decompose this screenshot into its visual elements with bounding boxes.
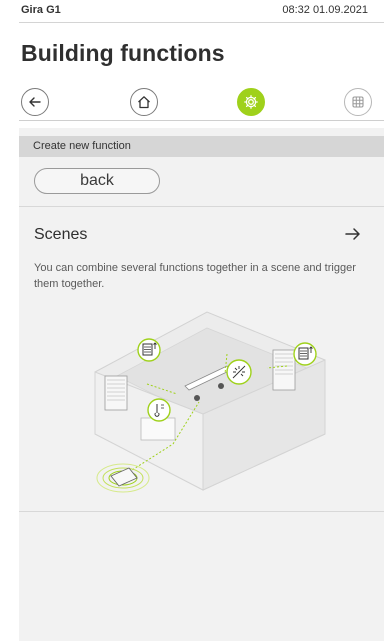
home-icon [138,96,150,109]
nav-bar [0,82,384,122]
grid-view-button[interactable] [344,88,372,116]
scene-illustration [94,311,326,493]
arrow-right-icon[interactable] [344,226,362,242]
scenes-title[interactable]: Scenes [34,226,87,244]
scenes-description: You can combine several functions togeth… [34,262,356,290]
gear-icon [244,95,258,109]
divider-bottom [19,511,384,512]
status-bar: Gira G1 08:32 01.09.2021 [0,0,384,22]
nav-divider [19,120,384,121]
home-button[interactable] [130,88,158,116]
settings-button[interactable] [237,88,265,116]
status-divider [19,22,384,23]
device-name: Gira G1 [21,4,61,16]
section-header-label: Create new function [33,140,131,152]
arrow-left-icon [29,97,41,107]
back-nav-button[interactable] [21,88,49,116]
date-time: 08:32 01.09.2021 [282,4,368,16]
content-panel: Create new function back Scenes You can … [19,128,384,641]
back-button[interactable]: back [34,168,160,194]
section-header: Create new function [19,136,384,157]
page-title: Building functions [21,40,225,66]
grid-icon [352,96,364,108]
divider-top [19,206,384,207]
